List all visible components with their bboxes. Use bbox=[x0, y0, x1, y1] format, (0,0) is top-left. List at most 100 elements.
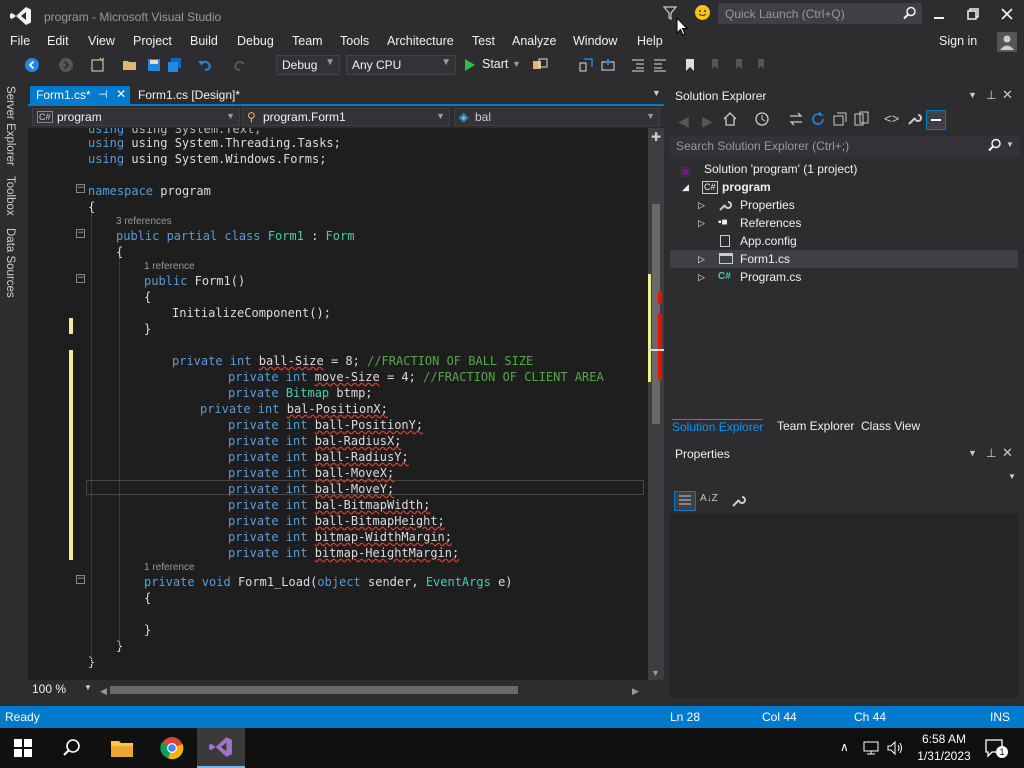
action-center-icon[interactable]: 1 bbox=[984, 738, 1008, 758]
menu-tools[interactable]: Tools bbox=[340, 34, 369, 48]
properties-wrench-icon[interactable] bbox=[906, 111, 922, 127]
editor-vertical-scrollbar[interactable]: ✚ ▼ bbox=[648, 128, 664, 680]
codelens-references[interactable]: 3 references bbox=[116, 216, 172, 227]
save-icon[interactable] bbox=[146, 57, 162, 73]
visual-studio-taskbar-icon[interactable] bbox=[197, 728, 245, 768]
scroll-left-icon[interactable]: ◀ bbox=[100, 686, 107, 697]
tab-solution-explorer[interactable]: Solution Explorer bbox=[672, 419, 764, 434]
forward-icon[interactable]: ▶ bbox=[702, 113, 713, 130]
navigate-forward-icon[interactable] bbox=[58, 57, 74, 73]
redo-icon[interactable] bbox=[232, 57, 248, 73]
application-insights-icon[interactable] bbox=[532, 57, 548, 73]
back-icon[interactable]: ◀ bbox=[678, 113, 689, 130]
data-sources-tab[interactable]: Data Sources bbox=[4, 228, 16, 298]
open-file-icon[interactable] bbox=[122, 57, 138, 73]
preview-selected-items-icon[interactable] bbox=[926, 110, 946, 130]
split-editor-icon[interactable]: ✚ bbox=[648, 130, 664, 144]
collapsed-chevron-icon[interactable]: ▷ bbox=[698, 268, 705, 286]
menu-window[interactable]: Window bbox=[573, 34, 617, 48]
collapse-toggle-icon[interactable]: − bbox=[76, 274, 85, 283]
alphabetical-sort-icon[interactable]: A↓Z bbox=[700, 493, 718, 504]
close-tab-icon[interactable]: ✕ bbox=[116, 87, 126, 101]
collapsed-chevron-icon[interactable]: ▷ bbox=[698, 214, 705, 232]
properties-object-dropdown[interactable]: ▼ bbox=[670, 468, 1020, 486]
step-icon[interactable] bbox=[600, 57, 616, 73]
zoom-dropdown[interactable]: 100 % ▼ bbox=[32, 682, 92, 698]
search-icon[interactable] bbox=[62, 738, 82, 758]
menu-project[interactable]: Project bbox=[133, 34, 172, 48]
tab-team-explorer[interactable]: Team Explorer bbox=[777, 419, 854, 433]
network-icon[interactable] bbox=[862, 740, 880, 756]
account-avatar-icon[interactable] bbox=[997, 32, 1017, 52]
menu-analyze[interactable]: Analyze bbox=[512, 34, 556, 48]
collapsed-chevron-icon[interactable]: ▷ bbox=[698, 196, 705, 214]
close-panel-icon[interactable]: ✕ bbox=[1002, 445, 1013, 461]
menu-edit[interactable]: Edit bbox=[47, 34, 69, 48]
menu-help[interactable]: Help bbox=[637, 34, 663, 48]
sign-in-link[interactable]: Sign in bbox=[939, 34, 977, 48]
close-panel-icon[interactable]: ✕ bbox=[1002, 87, 1013, 103]
quick-launch-input[interactable]: Quick Launch (Ctrl+Q) bbox=[718, 3, 922, 24]
sync-with-document-icon[interactable] bbox=[788, 111, 804, 127]
menu-architecture[interactable]: Architecture bbox=[387, 34, 454, 48]
show-all-files-icon[interactable] bbox=[854, 111, 870, 127]
file-explorer-icon[interactable] bbox=[110, 737, 134, 759]
previous-bookmark-icon[interactable] bbox=[706, 57, 722, 73]
windows-start-icon[interactable] bbox=[14, 739, 32, 757]
close-window-button[interactable] bbox=[992, 4, 1022, 24]
collapse-toggle-icon[interactable]: − bbox=[76, 184, 85, 193]
pin-icon[interactable]: ⊥ bbox=[986, 88, 996, 102]
menu-build[interactable]: Build bbox=[190, 34, 218, 48]
window-position-dropdown-icon[interactable]: ▼ bbox=[968, 90, 977, 100]
menu-test[interactable]: Test bbox=[472, 34, 495, 48]
menu-view[interactable]: View bbox=[88, 34, 115, 48]
feedback-smiley-icon[interactable] bbox=[694, 4, 711, 21]
tab-form1-cs[interactable]: Form1.cs* ⊣ ✕ bbox=[30, 86, 130, 104]
menu-team[interactable]: Team bbox=[292, 34, 323, 48]
window-position-dropdown-icon[interactable]: ▼ bbox=[968, 448, 977, 458]
restore-button[interactable] bbox=[958, 4, 988, 24]
minimize-button[interactable] bbox=[924, 4, 954, 24]
menu-file[interactable]: File bbox=[10, 34, 30, 48]
toolbox-tab[interactable]: Toolbox bbox=[4, 176, 16, 216]
tab-class-view[interactable]: Class View bbox=[861, 419, 920, 433]
navigate-to-icon[interactable] bbox=[578, 57, 594, 73]
project-dropdown[interactable]: C# program ▼ bbox=[32, 108, 240, 126]
code-editor[interactable]: − − − − using using System.Text; using u… bbox=[28, 128, 648, 680]
system-clock[interactable]: 6:58 AM 1/31/2023 bbox=[912, 732, 976, 763]
codelens-references[interactable]: 1 reference bbox=[144, 562, 195, 573]
undo-icon[interactable] bbox=[197, 57, 213, 73]
refresh-icon[interactable] bbox=[810, 111, 826, 127]
save-all-icon[interactable] bbox=[167, 57, 183, 73]
chrome-icon[interactable] bbox=[160, 736, 184, 760]
server-explorer-tab[interactable]: Server Explorer bbox=[4, 86, 16, 166]
tab-form1-design[interactable]: Form1.cs [Design]* bbox=[132, 86, 272, 104]
show-hidden-icons-icon[interactable]: ∧ bbox=[840, 740, 849, 754]
horizontal-scrollbar-thumb[interactable] bbox=[110, 686, 518, 694]
solution-configuration-dropdown[interactable]: Debug ▼ bbox=[276, 55, 340, 75]
solution-platform-dropdown[interactable]: Any CPU ▼ bbox=[346, 55, 456, 75]
next-bookmark-icon[interactable] bbox=[730, 57, 746, 73]
member-dropdown[interactable]: ◈ bal ▼ bbox=[454, 108, 660, 126]
tree-node-form1-cs[interactable]: ▷ Form1.cs bbox=[670, 250, 1018, 268]
collapse-toggle-icon[interactable]: − bbox=[76, 229, 85, 238]
collapse-toggle-icon[interactable]: − bbox=[76, 575, 85, 584]
property-pages-wrench-icon[interactable] bbox=[730, 493, 746, 509]
home-icon[interactable] bbox=[722, 111, 738, 127]
pin-icon[interactable]: ⊣ bbox=[98, 88, 108, 101]
pending-changes-filter-icon[interactable] bbox=[754, 111, 770, 127]
new-project-icon[interactable] bbox=[90, 57, 106, 73]
scroll-down-icon[interactable]: ▼ bbox=[651, 668, 660, 678]
view-code-icon[interactable]: <> bbox=[884, 111, 899, 126]
codelens-references[interactable]: 1 reference bbox=[144, 261, 195, 272]
class-dropdown[interactable]: ⚲ program.Form1 ▼ bbox=[242, 108, 450, 126]
collapse-all-icon[interactable] bbox=[832, 111, 848, 127]
volume-icon[interactable] bbox=[886, 740, 904, 756]
menu-debug[interactable]: Debug bbox=[237, 34, 274, 48]
pin-icon[interactable]: ⊥ bbox=[986, 446, 996, 460]
tab-list-dropdown-icon[interactable]: ▼ bbox=[652, 88, 661, 98]
expanded-chevron-icon[interactable]: ◢ bbox=[682, 178, 689, 196]
scroll-right-icon[interactable]: ▶ bbox=[632, 686, 639, 697]
collapsed-chevron-icon[interactable]: ▷ bbox=[698, 250, 705, 268]
clear-bookmarks-icon[interactable] bbox=[752, 57, 768, 73]
